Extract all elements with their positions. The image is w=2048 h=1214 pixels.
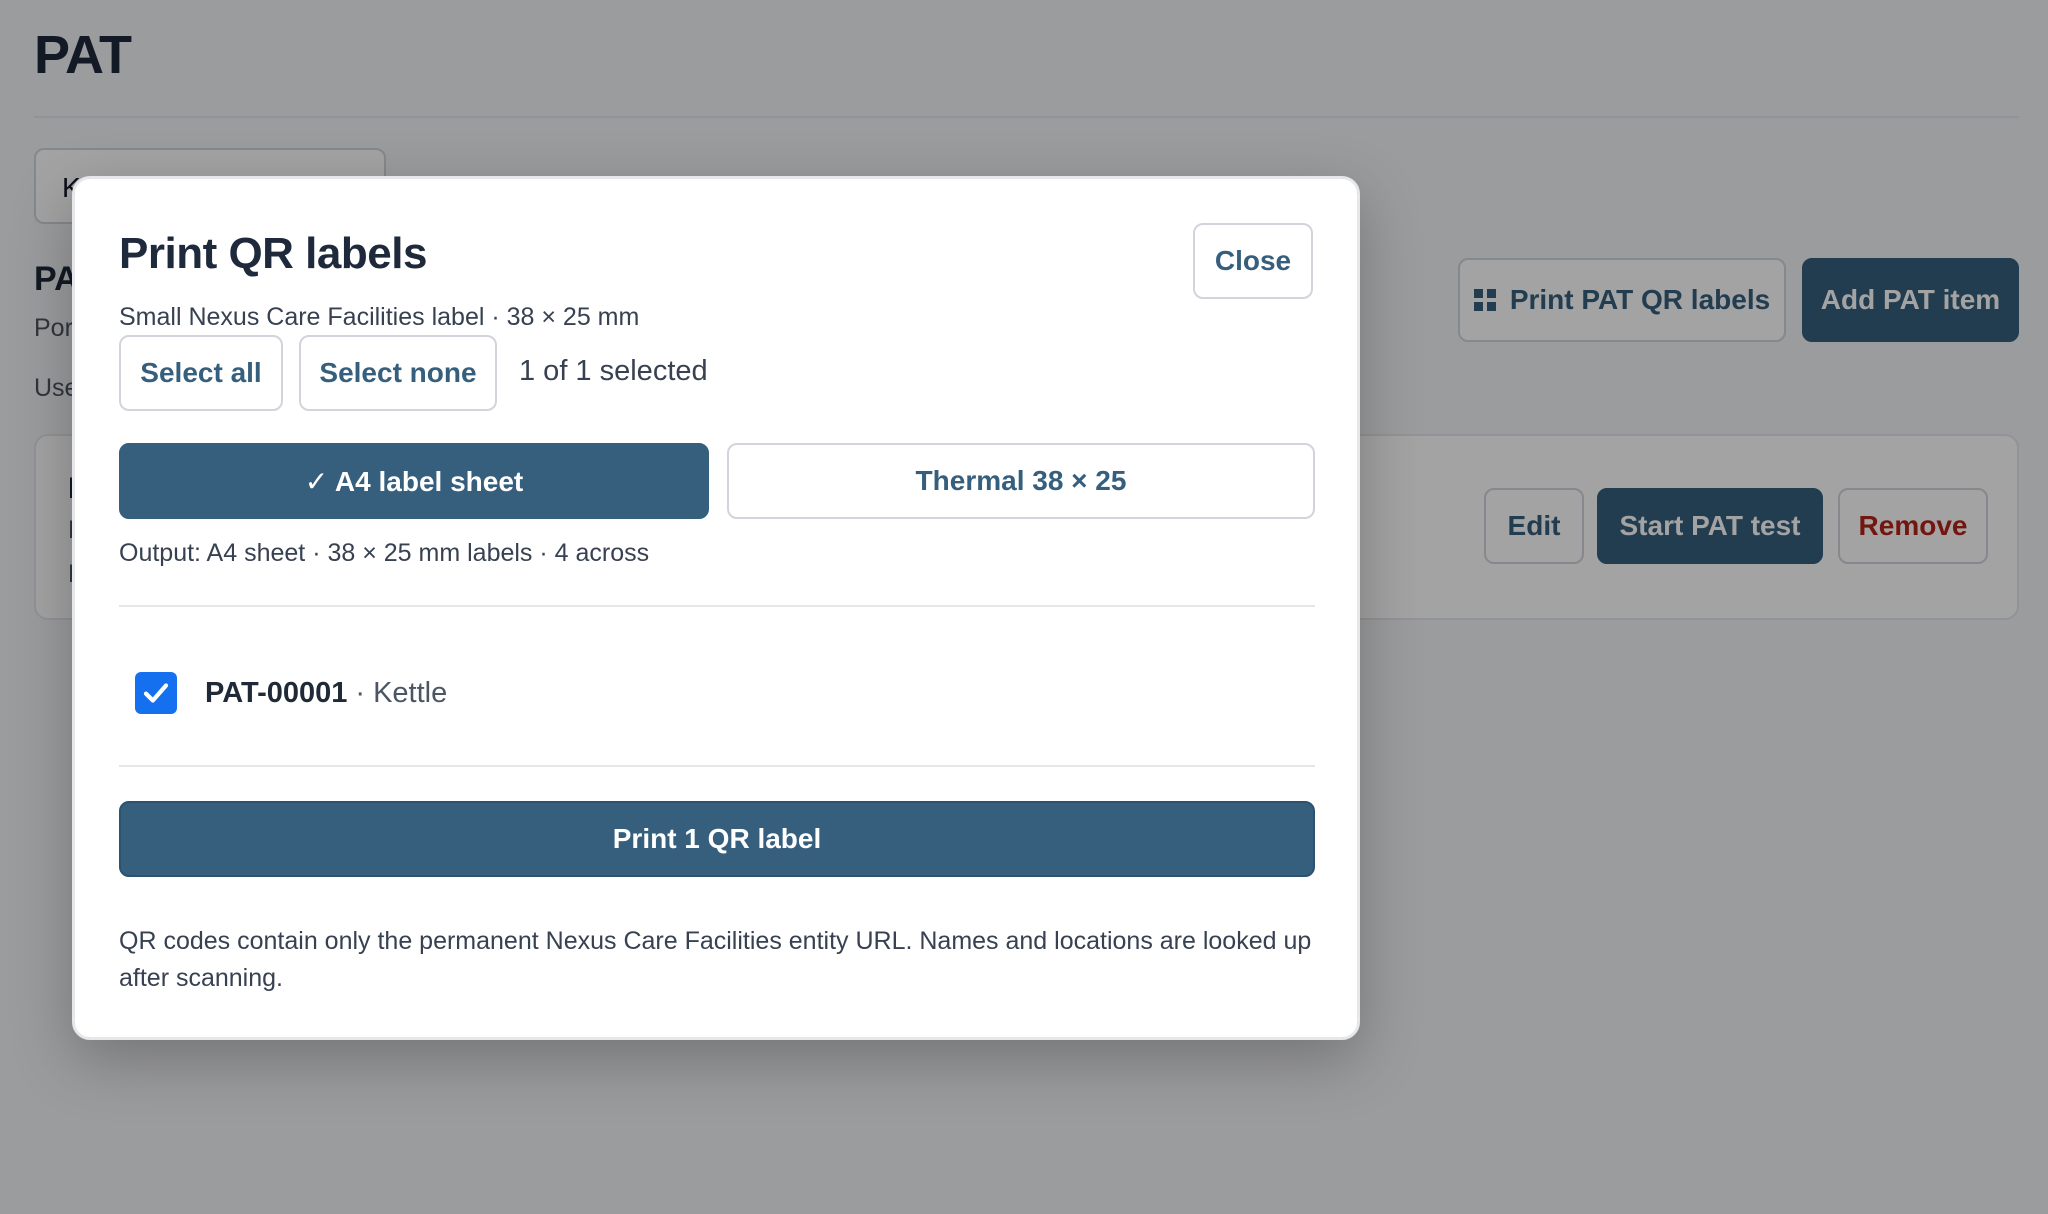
- select-all-button[interactable]: Select all: [119, 335, 283, 411]
- close-button[interactable]: Close: [1193, 223, 1313, 299]
- item-name: Kettle: [373, 676, 448, 709]
- print-qr-labels-dialog: Print QR labels Close Small Nexus Care F…: [72, 176, 1360, 1040]
- checkmark-icon: [143, 683, 169, 703]
- list-item[interactable]: PAT-00001 · Kettle: [119, 651, 1315, 735]
- item-separator: ·: [355, 676, 366, 709]
- thermal-option[interactable]: Thermal 38 × 25: [727, 443, 1315, 519]
- item-code: PAT-00001: [205, 676, 348, 709]
- dialog-subtitle: Small Nexus Care Facilities label · 38 ×…: [119, 303, 640, 331]
- item-checkbox[interactable]: [135, 672, 177, 714]
- print-qr-label-button[interactable]: Print 1 QR label: [119, 801, 1315, 877]
- divider-bottom: [119, 765, 1315, 767]
- selected-count: 1 of 1 selected: [519, 355, 708, 387]
- output-description: Output: A4 sheet · 38 × 25 mm labels · 4…: [119, 539, 650, 567]
- a4-label-sheet-option[interactable]: ✓ A4 label sheet: [119, 443, 709, 519]
- select-none-button[interactable]: Select none: [299, 335, 497, 411]
- dialog-title: Print QR labels: [119, 229, 427, 278]
- qr-info-note: QR codes contain only the permanent Nexu…: [119, 927, 1312, 992]
- divider-top: [119, 605, 1315, 607]
